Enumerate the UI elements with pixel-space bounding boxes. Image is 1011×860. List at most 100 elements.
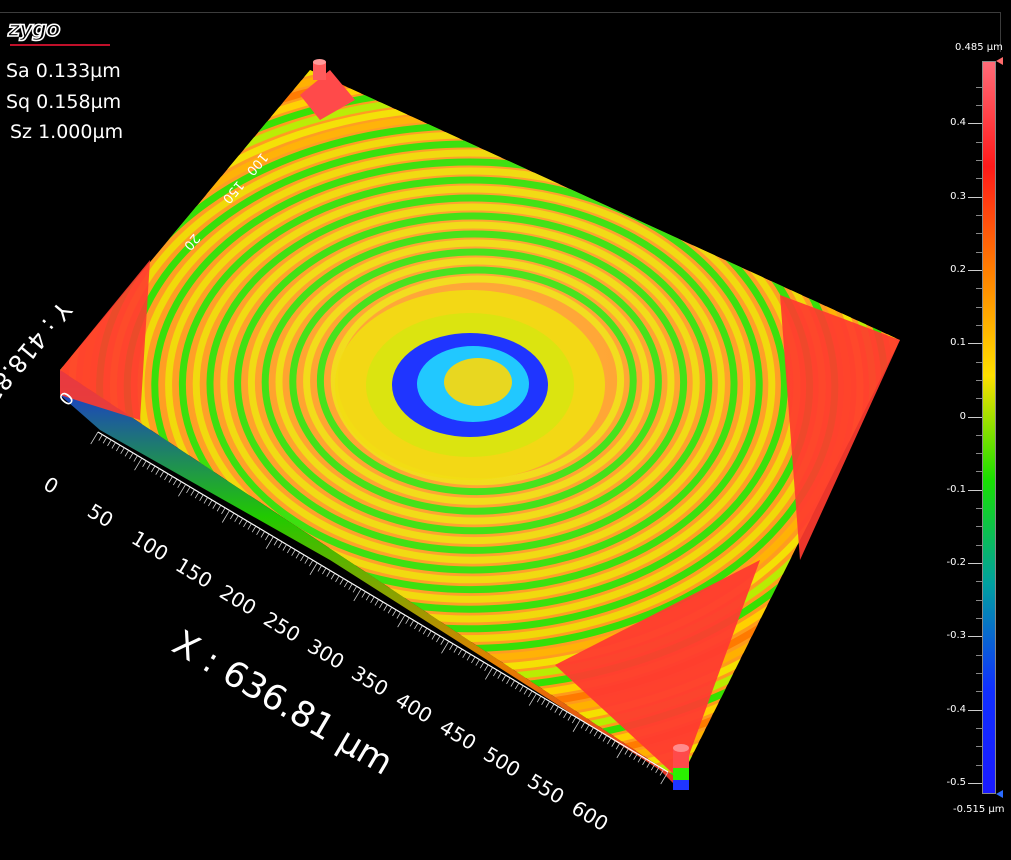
- colorbar-major-tick: [968, 783, 982, 784]
- x-minor-tick: [221, 507, 226, 515]
- colorbar-major-tick: [968, 196, 982, 198]
- colorbar-tick-label: 0.2: [950, 263, 966, 275]
- x-minor-tick: [418, 625, 423, 632]
- x-minor-tick: [510, 680, 515, 687]
- x-minor-tick: [449, 643, 454, 651]
- x-tick-label: 150: [171, 553, 216, 593]
- colorbar-minor-tick: [976, 214, 982, 216]
- x-minor-tick: [379, 601, 384, 609]
- x-minor-tick: [484, 664, 489, 671]
- x-minor-tick: [602, 735, 607, 742]
- x-minor-tick: [431, 633, 436, 640]
- colorbar-tick-label: -0.1: [946, 483, 966, 495]
- colorbar-tick-label: -0.4: [946, 703, 966, 715]
- x-minor-tick: [178, 484, 187, 497]
- x-minor-tick: [172, 478, 178, 486]
- colorbar-minor-tick: [976, 544, 982, 546]
- x-minor-tick: [291, 549, 296, 556]
- x-minor-tick: [120, 447, 125, 454]
- colorbar-minor-tick: [976, 178, 982, 180]
- x-minor-tick: [212, 502, 217, 509]
- x-minor-tick: [221, 510, 230, 523]
- x-minor-tick: [427, 630, 432, 637]
- x-minor-tick: [177, 481, 182, 488]
- x-tick-label: 500: [479, 742, 524, 782]
- colorbar-minor-tick: [976, 159, 982, 161]
- colorbar-minor-tick: [976, 324, 982, 326]
- x-minor-tick: [238, 518, 244, 525]
- colorbar-minor-tick: [976, 728, 982, 730]
- colorbar-minor-tick: [976, 361, 982, 363]
- x-minor-tick: [330, 573, 336, 580]
- x-minor-tick: [326, 570, 331, 577]
- x-minor-tick: [528, 693, 537, 706]
- x-minor-tick: [111, 442, 116, 449]
- colorbar-minor-tick: [976, 288, 982, 290]
- x-minor-tick: [567, 714, 572, 721]
- x-minor-tick: [234, 515, 239, 522]
- colorbar-minor-tick: [976, 599, 982, 601]
- x-minor-tick: [265, 536, 274, 549]
- x-minor-tick: [348, 583, 353, 590]
- x-minor-tick: [370, 596, 375, 603]
- x-minor-tick: [541, 698, 546, 705]
- x-minor-tick: [471, 656, 476, 664]
- x-axis-label: X : 636.81 µm: [165, 623, 399, 783]
- x-tick-label: 300: [303, 634, 348, 674]
- x-minor-tick: [462, 651, 467, 658]
- x-minor-tick: [129, 452, 134, 460]
- x-minor-tick: [133, 455, 138, 462]
- x-minor-tick: [563, 711, 568, 719]
- x-minor-tick: [440, 638, 445, 645]
- x-minor-tick: [194, 491, 200, 499]
- colorbar-minor-tick: [976, 746, 982, 748]
- x-minor-tick: [589, 727, 594, 734]
- x-minor-tick: [397, 614, 406, 628]
- x-minor-tick: [523, 688, 529, 695]
- colorbar-min-pointer[interactable]: [996, 790, 1003, 798]
- x-minor-tick: [628, 750, 634, 758]
- x-minor-tick: [155, 468, 160, 475]
- x-minor-tick: [102, 437, 108, 444]
- x-minor-tick: [554, 706, 559, 713]
- x-minor-tick: [607, 737, 612, 745]
- colorbar-major-tick: [968, 489, 982, 491]
- x-minor-tick: [190, 489, 195, 496]
- x-minor-tick: [572, 719, 581, 732]
- x-minor-tick: [611, 740, 616, 747]
- colorbar-minor-tick: [976, 233, 982, 235]
- x-minor-tick: [168, 476, 173, 483]
- x-minor-tick: [624, 748, 629, 755]
- x-minor-tick: [115, 444, 121, 452]
- colorbar-major-tick: [968, 709, 982, 711]
- x-minor-tick: [457, 648, 463, 656]
- x-minor-tick: [247, 523, 252, 530]
- x-minor-tick: [571, 716, 577, 724]
- x-minor-tick: [593, 729, 599, 737]
- colorbar-tick-label: 0: [959, 410, 966, 422]
- colorbar-minor-tick: [976, 471, 982, 473]
- colorbar-minor-tick: [976, 104, 982, 106]
- colorbar-max-pointer[interactable]: [996, 57, 1003, 65]
- surface-3d-plot[interactable]: 0 50 100150200250300350400450500550600 X :…: [0, 0, 1011, 860]
- colorbar-minor-tick: [976, 434, 982, 436]
- colorbar-tick-label: 0.4: [950, 117, 966, 129]
- x-minor-tick: [392, 609, 397, 617]
- colorbar-minor-tick: [976, 306, 982, 308]
- x-minor-tick: [558, 709, 564, 716]
- x-minor-tick: [616, 745, 625, 759]
- x-minor-tick: [186, 486, 191, 494]
- x-minor-tick: [466, 654, 472, 661]
- colorbar-major-tick: [968, 269, 982, 271]
- x-tick-label: 0: [39, 472, 62, 499]
- x-minor-tick: [107, 439, 112, 447]
- colorbar-major-tick: [968, 416, 982, 418]
- colorbar-tick-label: -0.5: [946, 777, 966, 788]
- center-mesa: [335, 290, 605, 480]
- x-tick-label: 50: [83, 499, 117, 533]
- x-minor-tick: [405, 617, 410, 624]
- x-minor-tick: [142, 460, 147, 467]
- surface-red-right-corner: [780, 295, 900, 560]
- x-minor-tick: [273, 539, 279, 546]
- colorbar-major-tick: [968, 563, 982, 565]
